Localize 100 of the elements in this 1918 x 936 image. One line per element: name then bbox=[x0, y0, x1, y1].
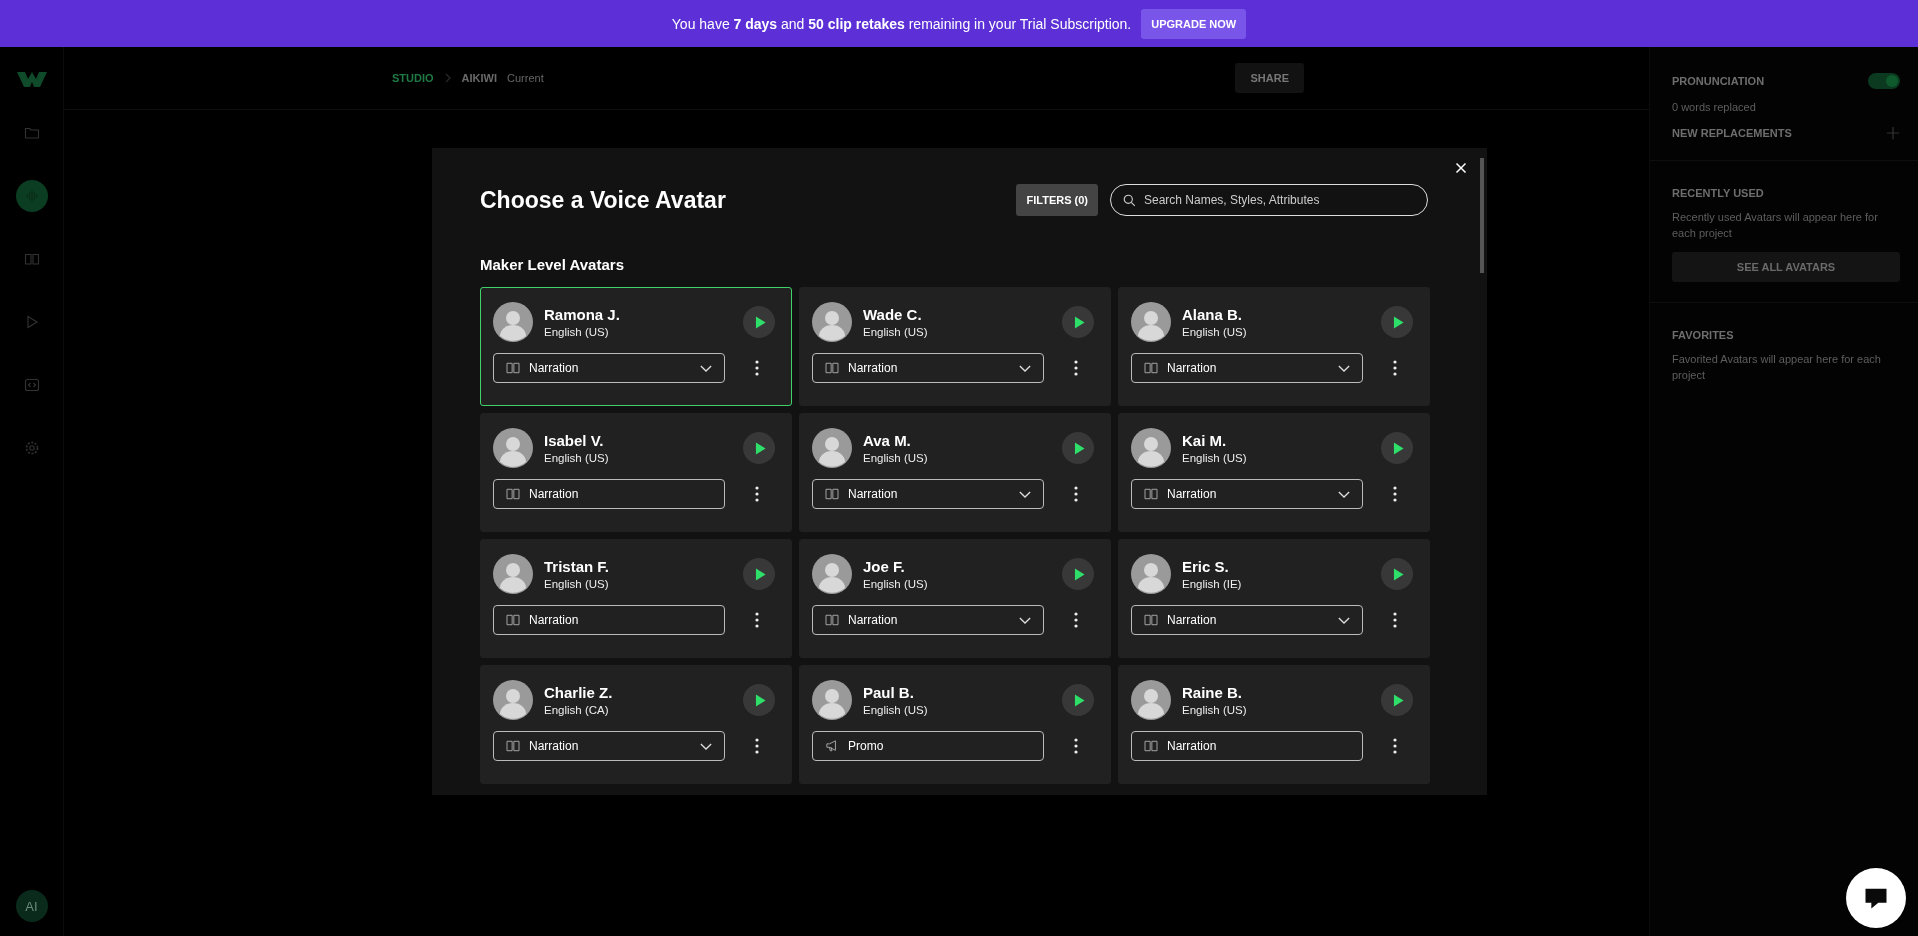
breadcrumb-item[interactable]: STUDIO bbox=[392, 72, 434, 84]
avatar-language: English (US) bbox=[1182, 704, 1248, 716]
logo-icon bbox=[15, 69, 48, 89]
search-icon bbox=[1123, 194, 1136, 207]
play-icon bbox=[754, 441, 766, 455]
play-button[interactable] bbox=[1062, 684, 1094, 716]
avatar-card[interactable]: Ramona J. English (US) Narration bbox=[480, 287, 792, 406]
play-button[interactable] bbox=[1062, 432, 1094, 464]
chevron-down-icon bbox=[1338, 490, 1350, 498]
share-button[interactable]: SHARE bbox=[1235, 63, 1304, 93]
avatar-name: Joe F. bbox=[863, 558, 906, 575]
avatar-card[interactable]: Kai M. English (US) Narration bbox=[1118, 413, 1430, 532]
more-icon[interactable] bbox=[1074, 738, 1078, 754]
book-icon bbox=[506, 740, 520, 752]
avatar-card[interactable]: Ava M. English (US) Narration bbox=[799, 413, 1111, 532]
section-title: PRONUNCIATION bbox=[1672, 75, 1765, 87]
book-icon bbox=[825, 614, 839, 626]
more-icon[interactable] bbox=[755, 612, 759, 628]
user-avatar[interactable]: AI bbox=[15, 890, 48, 922]
play-button[interactable] bbox=[1381, 558, 1413, 590]
upgrade-button[interactable]: UPGRADE NOW bbox=[1141, 8, 1247, 39]
style-dropdown[interactable]: Narration bbox=[1131, 605, 1363, 635]
more-icon[interactable] bbox=[1393, 360, 1397, 376]
avatar-card[interactable]: Paul B. English (US) Promo bbox=[799, 665, 1111, 784]
more-icon[interactable] bbox=[1393, 612, 1397, 628]
more-icon[interactable] bbox=[755, 486, 759, 502]
more-icon[interactable] bbox=[755, 360, 759, 376]
avatar-silhouette bbox=[493, 554, 533, 594]
avatar-language: English (US) bbox=[544, 452, 610, 464]
breadcrumb-item[interactable]: AIKIWI bbox=[461, 72, 497, 84]
style-dropdown[interactable]: Narration bbox=[1131, 353, 1363, 383]
section-title: NEW REPLACEMENTS bbox=[1672, 126, 1792, 139]
section-title: RECENTLY USED bbox=[1672, 186, 1765, 199]
style-dropdown[interactable]: Narration bbox=[493, 353, 725, 383]
avatar-name: Wade C. bbox=[863, 306, 923, 323]
book-icon bbox=[1144, 614, 1158, 626]
style-dropdown[interactable]: Narration bbox=[812, 479, 1044, 509]
style-dropdown[interactable]: Narration bbox=[1131, 731, 1363, 761]
avatar-card[interactable]: Isabel V. English (US) Narration bbox=[480, 413, 792, 532]
avatar-card[interactable]: Charlie Z. English (CA) Narration bbox=[480, 665, 792, 784]
trial-message: You have 7 days and 50 clip retakes remaining in your Trial Subscription. bbox=[671, 15, 1132, 32]
scrollbar[interactable] bbox=[1480, 158, 1484, 273]
avatar-name: Alana B. bbox=[1182, 306, 1243, 323]
more-icon[interactable] bbox=[1074, 360, 1078, 376]
avatar-card[interactable]: Alana B. English (US) Narration bbox=[1118, 287, 1430, 406]
play-button[interactable] bbox=[1381, 306, 1413, 338]
avatar-silhouette bbox=[1131, 554, 1171, 594]
more-icon[interactable] bbox=[755, 738, 759, 754]
chevron-down-icon bbox=[700, 364, 712, 372]
avatar-card[interactable]: Eric S. English (IE) Narration bbox=[1118, 539, 1430, 658]
book-icon bbox=[506, 362, 520, 374]
book-icon bbox=[825, 362, 839, 374]
replaced-count: 0 words replaced bbox=[1672, 100, 1757, 115]
chevron-down-icon bbox=[700, 742, 712, 750]
avatar-language: English (US) bbox=[544, 326, 610, 338]
avatar-card[interactable]: Tristan F. English (US) Narration bbox=[480, 539, 792, 658]
style-dropdown[interactable]: Narration bbox=[493, 479, 725, 509]
empty-note: Recently used Avatars will appear here for each project bbox=[1672, 209, 1879, 241]
avatar-card[interactable]: Raine B. English (US) Narration bbox=[1118, 665, 1430, 784]
play-button[interactable] bbox=[743, 558, 775, 590]
avatar-card[interactable]: Wade C. English (US) Narration bbox=[799, 287, 1111, 406]
avatar-language: English (IE) bbox=[1182, 578, 1243, 590]
play-button[interactable] bbox=[1062, 306, 1094, 338]
close-icon[interactable] bbox=[1455, 162, 1467, 174]
style-dropdown[interactable]: Narration bbox=[1131, 479, 1363, 509]
play-button[interactable] bbox=[1381, 684, 1413, 716]
avatar-silhouette bbox=[812, 302, 852, 342]
avatar-silhouette bbox=[493, 680, 533, 720]
chevron-down-icon bbox=[1019, 364, 1031, 372]
style-dropdown[interactable]: Narration bbox=[812, 605, 1044, 635]
more-icon[interactable] bbox=[1393, 486, 1397, 502]
play-icon bbox=[1073, 441, 1085, 455]
avatar-card[interactable]: Joe F. English (US) Narration bbox=[799, 539, 1111, 658]
style-dropdown[interactable]: Narration bbox=[812, 353, 1044, 383]
avatar-name: Raine B. bbox=[1182, 684, 1243, 701]
avatar-language: English (US) bbox=[863, 452, 929, 464]
play-icon bbox=[1392, 441, 1404, 455]
dialog-title: Choose a Voice Avatar bbox=[480, 186, 726, 214]
avatar-name: Kai M. bbox=[1182, 432, 1228, 449]
play-button[interactable] bbox=[743, 306, 775, 338]
pronunciation-toggle[interactable] bbox=[1868, 73, 1900, 89]
more-icon[interactable] bbox=[1393, 738, 1397, 754]
avatar-silhouette bbox=[493, 302, 533, 342]
play-button[interactable] bbox=[743, 684, 775, 716]
avatar-silhouette bbox=[1131, 428, 1171, 468]
play-button[interactable] bbox=[1381, 432, 1413, 464]
breadcrumb-item: Current bbox=[507, 72, 544, 84]
more-icon[interactable] bbox=[1074, 486, 1078, 502]
style-dropdown[interactable]: Promo bbox=[812, 731, 1044, 761]
folder-icon bbox=[23, 125, 40, 141]
play-icon bbox=[1073, 315, 1085, 329]
play-icon bbox=[1073, 567, 1085, 581]
style-dropdown[interactable]: Narration bbox=[493, 731, 725, 761]
play-button[interactable] bbox=[1062, 558, 1094, 590]
play-button[interactable] bbox=[743, 432, 775, 464]
style-dropdown[interactable]: Narration bbox=[493, 605, 725, 635]
avatar-silhouette bbox=[493, 428, 533, 468]
filters-button[interactable]: FILTERS (0) bbox=[1016, 184, 1098, 216]
more-icon[interactable] bbox=[1074, 612, 1078, 628]
search-field[interactable]: Search Names, Styles, Attributes bbox=[1110, 184, 1428, 216]
